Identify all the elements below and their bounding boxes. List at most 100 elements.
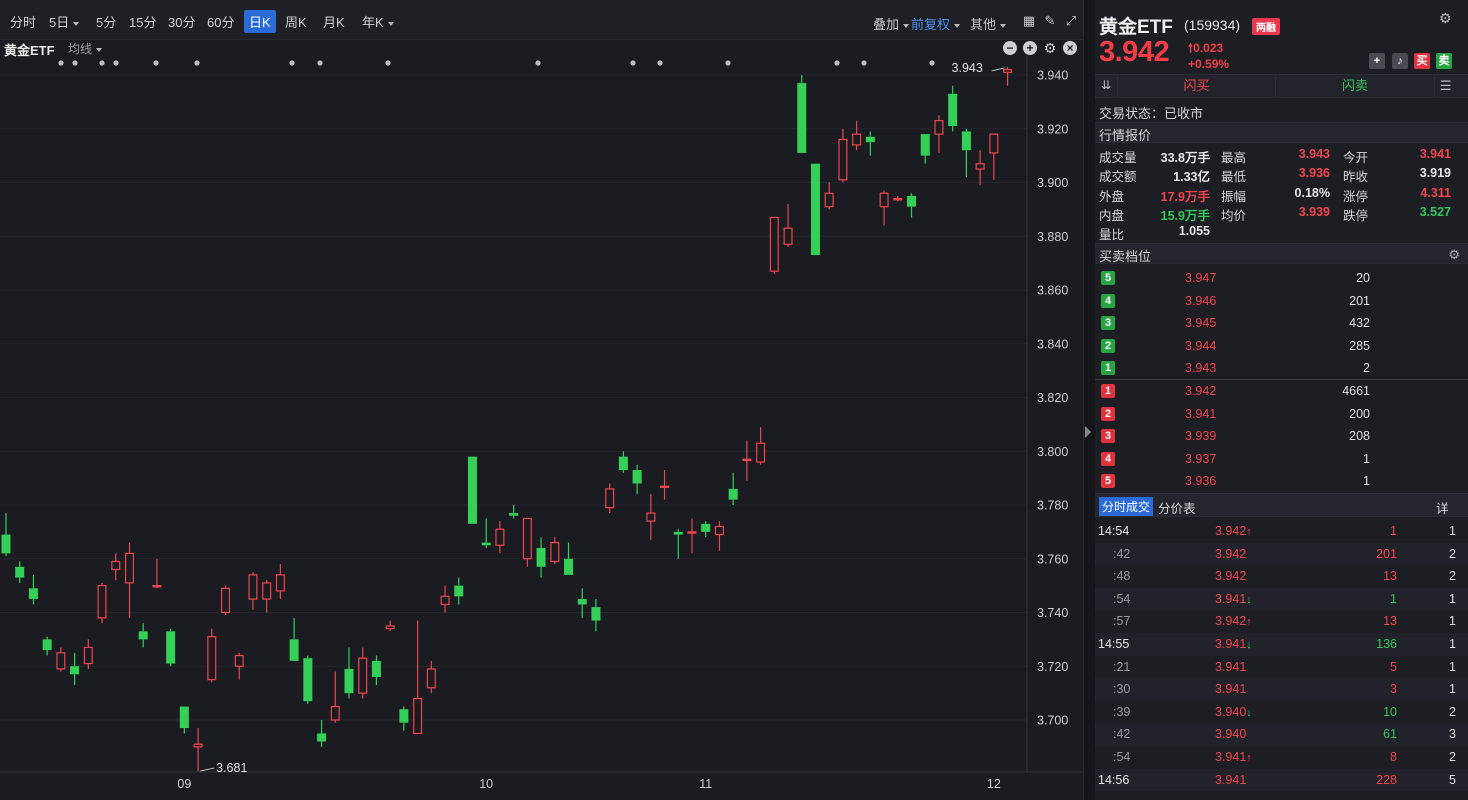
candle <box>481 518 491 548</box>
level-badge: 1 <box>1101 361 1115 376</box>
close-icon[interactable]: × <box>1063 41 1077 55</box>
bid-row[interactable]: 3 3.939 208 <box>1095 425 1468 448</box>
period-15min[interactable]: 15分 <box>129 12 156 31</box>
period-5min[interactable]: 5分 <box>96 12 116 31</box>
period-30min[interactable]: 30分 <box>168 12 195 31</box>
sell-button[interactable]: 卖 <box>1436 53 1452 69</box>
flash-buy-button[interactable]: 闪买 <box>1117 75 1276 97</box>
candle-body <box>152 585 162 588</box>
tab-detail[interactable]: 详 <box>1436 498 1449 517</box>
tab-ticks[interactable]: 分时成交 <box>1099 497 1154 516</box>
candle-body <box>426 668 436 689</box>
candle <box>42 636 52 656</box>
candle-body <box>138 631 148 640</box>
buy-button[interactable]: 买 <box>1414 53 1430 69</box>
quote-label: 跌停 <box>1343 208 1369 223</box>
candle-body <box>989 133 999 154</box>
candle <box>564 542 574 575</box>
quote-label: 均价 <box>1221 208 1247 223</box>
period-60min[interactable]: 60分 <box>207 12 234 31</box>
menu-icon[interactable]: ☰ <box>1440 78 1452 94</box>
candle <box>426 660 436 694</box>
ask-row[interactable]: 4 3.946 201 <box>1095 290 1468 313</box>
chevron-down-icon <box>96 47 103 52</box>
period-month-k[interactable]: 月K <box>323 12 345 31</box>
adjust-dropdown[interactable]: 前复权 <box>911 14 961 33</box>
gear-icon[interactable]: ⚙ <box>1439 10 1452 27</box>
period-week-k[interactable]: 周K <box>285 12 307 31</box>
ask-row[interactable]: 2 3.944 285 <box>1095 335 1468 358</box>
zoom-out-icon[interactable]: − <box>1003 41 1017 55</box>
candle <box>262 580 272 613</box>
bid-row[interactable]: 5 3.936 1 <box>1095 470 1468 493</box>
tick-volume: 228 <box>1376 772 1397 787</box>
candle <box>207 628 217 683</box>
ask-row[interactable]: 5 3.947 20 <box>1095 267 1468 290</box>
flash-sell-button[interactable]: 闪卖 <box>1276 75 1435 97</box>
candle-body <box>193 743 203 748</box>
overlay-dropdown[interactable]: 叠加 <box>873 14 910 33</box>
candle <box>646 494 656 540</box>
alert-button[interactable]: ♪ <box>1392 53 1408 69</box>
gear-icon[interactable]: ⚙ <box>1043 41 1057 55</box>
level-price: 3.937 <box>1185 451 1217 466</box>
fullscreen-icon[interactable]: ⤢ <box>1064 14 1078 28</box>
candle-body <box>303 658 313 702</box>
chevron-down-icon <box>954 23 961 28</box>
tick-time: :48 <box>1113 569 1131 584</box>
period-5day[interactable]: 5日 <box>49 12 80 31</box>
candle-body <box>467 456 477 524</box>
candle <box>371 655 381 686</box>
period-fenshi[interactable]: 分时 <box>10 12 36 31</box>
price-change-pct: +0.59% <box>1188 57 1230 71</box>
period-5day-label: 5日 <box>49 15 70 30</box>
candle-body <box>646 512 656 522</box>
tick-count: 3 <box>1449 727 1456 742</box>
candle-body <box>385 625 395 630</box>
candle <box>838 128 848 183</box>
period-year-k-label: 年K <box>362 15 384 30</box>
add-watch-button[interactable]: + <box>1369 53 1385 69</box>
layout-icon[interactable]: ▦ <box>1022 14 1036 28</box>
candle-body <box>522 517 532 560</box>
candle-body <box>179 706 189 729</box>
quote-value: 3.527 <box>1419 204 1451 219</box>
gear-icon[interactable]: ⚙ <box>1448 247 1460 263</box>
candle <box>413 620 423 735</box>
double-chevron-down-icon[interactable]: ⇊ <box>1101 78 1111 92</box>
zoom-in-icon[interactable]: + <box>1023 41 1037 55</box>
period-year-k[interactable]: 年K <box>362 12 394 31</box>
pencil-icon[interactable]: ✎ <box>1043 14 1057 28</box>
tick-price: 3.940↓ <box>1215 705 1252 719</box>
candle <box>28 574 38 605</box>
candle <box>248 572 258 610</box>
y-tick-label: 3.700 <box>1037 714 1068 728</box>
y-tick-label: 3.800 <box>1037 445 1068 459</box>
bid-row[interactable]: 1 3.942 4661 <box>1095 380 1468 403</box>
bid-row[interactable]: 4 3.937 1 <box>1095 448 1468 471</box>
tick-volume: 8 <box>1390 750 1397 764</box>
panel-divider[interactable] <box>1083 0 1095 800</box>
bid-row[interactable]: 2 3.941 200 <box>1095 403 1468 426</box>
candle <box>70 652 80 686</box>
candle <box>289 617 299 661</box>
candle-body <box>591 607 601 621</box>
candle-body <box>344 668 354 694</box>
ask-row[interactable]: 1 3.943 2 <box>1095 357 1468 380</box>
event-marker-dot <box>385 60 391 66</box>
candle-body <box>577 599 587 605</box>
candle-body <box>618 456 628 471</box>
candle-body <box>564 558 574 575</box>
quote-value: 3.919 <box>1419 166 1451 181</box>
candle-body <box>234 654 244 667</box>
tab-price-table[interactable]: 分价表 <box>1158 498 1196 517</box>
ask-row[interactable]: 3 3.945 432 <box>1095 312 1468 335</box>
period-day-k[interactable]: 日K <box>244 10 276 33</box>
other-dropdown[interactable]: 其他 <box>970 14 1007 33</box>
candlestick-chart[interactable]: 3.940 3.920 3.900 3.880 3.860 3.840 3.820 3.800… <box>0 56 1083 800</box>
arrow-up-icon: ↑ <box>1246 526 1252 538</box>
x-tick-label: 11 <box>699 777 712 791</box>
candle <box>632 464 642 495</box>
collapse-arrow-icon[interactable] <box>1085 426 1091 438</box>
ma-dropdown[interactable]: 均线 <box>68 40 103 57</box>
